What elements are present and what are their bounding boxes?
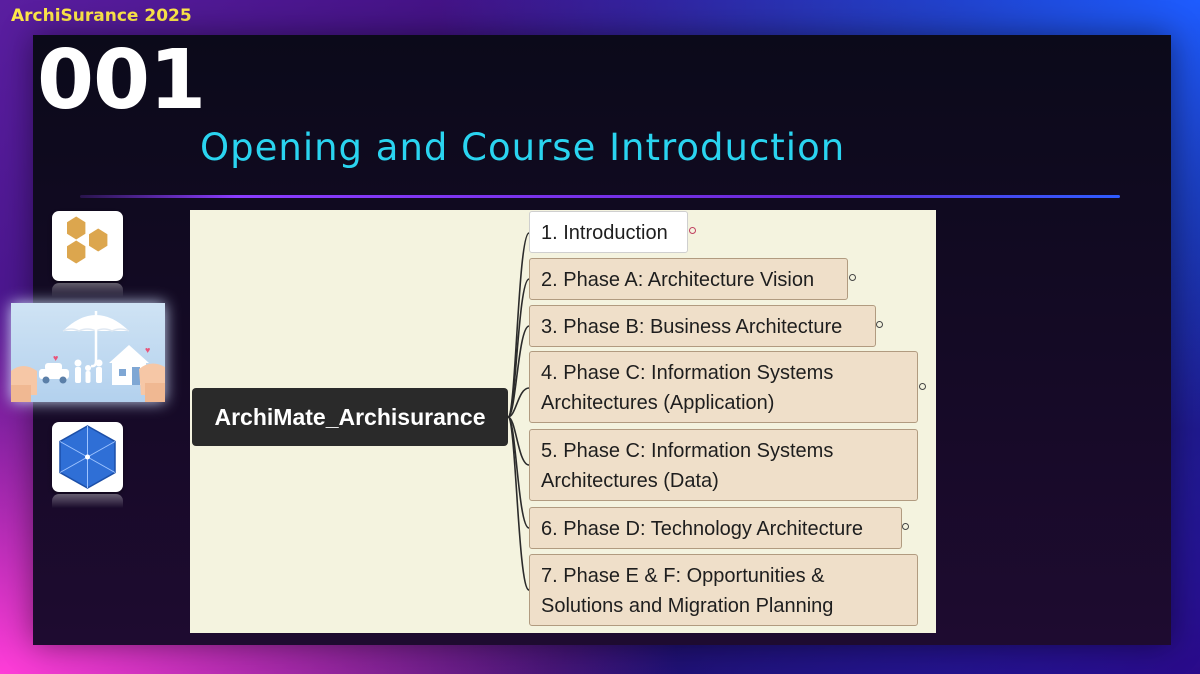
mindmap-node-phase-d[interactable]: 6. Phase D: Technology Architecture: [529, 507, 902, 549]
node-expander-icon[interactable]: [876, 321, 883, 328]
mindmap-node-phase-e-f[interactable]: 7. Phase E & F: Opportunities & Solution…: [529, 554, 918, 626]
slide-title: Opening and Course Introduction: [200, 126, 846, 169]
tile-reflection: [52, 494, 123, 508]
mindmap-node-phase-c-application[interactable]: 4. Phase C: Information Systems Architec…: [529, 351, 918, 423]
hexagon-cluster-icon[interactable]: [52, 211, 123, 281]
title-divider: [80, 195, 1120, 198]
svg-text:♥: ♥: [145, 345, 150, 355]
node-expander-icon[interactable]: [849, 274, 856, 281]
node-label: 4. Phase C: Information Systems Architec…: [541, 362, 834, 414]
node-expander-icon[interactable]: [919, 383, 926, 390]
mindmap-node-phase-a[interactable]: 2. Phase A: Architecture Vision: [529, 258, 848, 300]
node-label: 1. Introduction: [541, 222, 668, 244]
svg-text:♥: ♥: [53, 353, 58, 363]
mindmap-node-phase-c-data[interactable]: 5. Phase C: Information Systems Architec…: [529, 429, 918, 501]
node-label: 7. Phase E & F: Opportunities & Solution…: [541, 565, 834, 617]
mindmap-canvas: ArchiMate_Archisurance 1. Introduction 2…: [190, 210, 936, 633]
node-expander-icon[interactable]: [902, 523, 909, 530]
node-label: 3. Phase B: Business Architecture: [541, 316, 843, 338]
tile-reflection: [52, 283, 123, 297]
slide-number: 001: [37, 33, 206, 128]
mindmap-node-introduction[interactable]: 1. Introduction: [529, 211, 688, 253]
blue-hexagon-icon[interactable]: [52, 422, 123, 492]
root-node-label: ArchiMate_Archisurance: [214, 403, 486, 430]
brand-label: ArchiSurance 2025: [11, 6, 192, 26]
mindmap-root-node[interactable]: ArchiMate_Archisurance: [192, 388, 508, 446]
family-umbrella-insurance-image: ♥ ♥: [11, 303, 165, 402]
node-label: 6. Phase D: Technology Architecture: [541, 518, 864, 540]
mindmap-node-phase-b[interactable]: 3. Phase B: Business Architecture: [529, 305, 876, 347]
node-expander-icon[interactable]: [689, 227, 696, 234]
node-label: 2. Phase A: Architecture Vision: [541, 269, 815, 291]
node-label: 5. Phase C: Information Systems Architec…: [541, 440, 834, 492]
